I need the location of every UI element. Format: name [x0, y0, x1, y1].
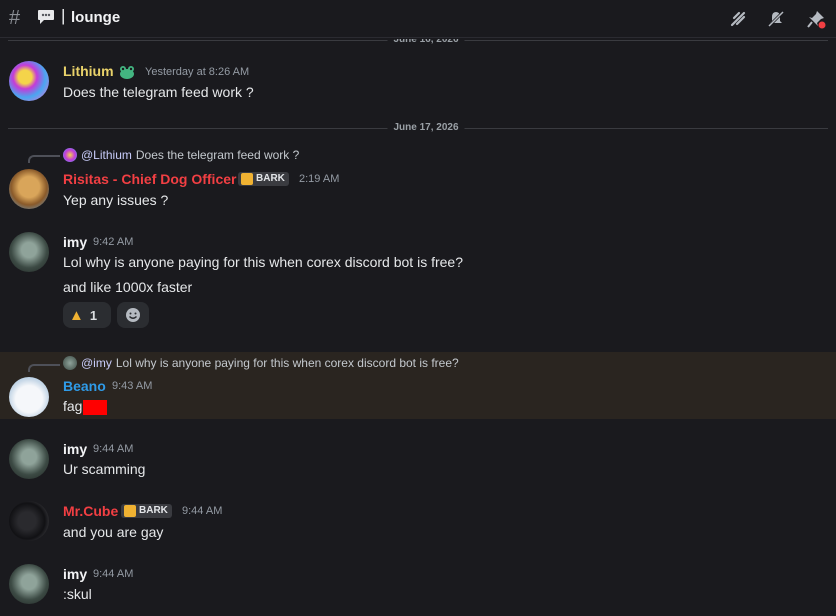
message-text: Does the telegram feed work ?	[63, 84, 254, 100]
avatar[interactable]	[9, 377, 49, 417]
bark-icon	[241, 173, 253, 185]
author-name[interactable]: Risitas - Chief Dog Officer	[63, 171, 236, 187]
avatar[interactable]	[9, 439, 49, 479]
hash-icon: #	[9, 7, 21, 29]
reply-mention[interactable]: @Lithium	[81, 148, 132, 162]
reply-connector	[28, 364, 60, 372]
mute-icon[interactable]	[766, 9, 786, 29]
reply-text: Lol why is anyone paying for this when c…	[115, 356, 459, 370]
reply-preview[interactable]: @imy Lol why is anyone paying for this w…	[63, 356, 459, 370]
avatar[interactable]	[9, 232, 49, 272]
message-text: fag	[63, 398, 108, 415]
reply-preview[interactable]: @Lithium Does the telegram feed work ?	[63, 148, 299, 162]
threads-icon[interactable]	[728, 9, 748, 29]
author-name[interactable]: imy	[63, 234, 87, 250]
message-timestamp: 2:19 AM	[299, 173, 340, 185]
thumbs-up-icon: ▲	[69, 306, 84, 324]
message-text-continued: and like 1000x faster	[63, 279, 193, 295]
author-name[interactable]: Mr.Cube	[63, 503, 118, 519]
reply-text: Does the telegram feed work ?	[135, 148, 300, 162]
reply-avatar	[63, 356, 77, 370]
date-divider-label: June 17, 2026	[387, 122, 465, 133]
message-timestamp: 9:44 AM	[93, 443, 134, 455]
message-text: Lol why is anyone paying for this when c…	[63, 254, 463, 270]
message-text: :skul	[63, 586, 92, 602]
avatar[interactable]	[9, 501, 49, 541]
message-timestamp: 9:44 AM	[93, 568, 134, 580]
message-timestamp: 9:42 AM	[93, 236, 134, 248]
reaction-thumbs-up[interactable]: ▲ 1	[63, 302, 111, 328]
message-text: Ur scamming	[63, 461, 146, 477]
message-timestamp: 9:43 AM	[112, 380, 153, 392]
message-text: and you are gay	[63, 524, 164, 540]
smiley-icon	[126, 308, 140, 322]
add-reaction-button[interactable]	[117, 302, 149, 328]
message-text: Yep any issues ?	[63, 192, 169, 208]
reply-connector	[28, 155, 60, 163]
pin-icon[interactable]	[806, 9, 826, 29]
frog-icon	[120, 66, 134, 79]
avatar[interactable]	[9, 169, 49, 209]
avatar[interactable]	[9, 564, 49, 604]
channel-separator: |	[61, 6, 66, 25]
bark-icon	[124, 505, 136, 517]
reply-mention[interactable]: @imy	[81, 356, 112, 370]
author-name[interactable]: imy	[63, 441, 87, 457]
reply-avatar	[63, 148, 77, 162]
speech-bubble-icon	[38, 10, 54, 24]
author-name[interactable]: Lithium	[63, 63, 114, 79]
channel-name: lounge	[71, 9, 121, 26]
avatar[interactable]	[9, 61, 49, 101]
message-timestamp: Yesterday at 8:26 AM	[145, 66, 250, 78]
redaction-box	[83, 399, 108, 415]
author-name[interactable]: Beano	[63, 378, 106, 394]
message-timestamp: 9:44 AM	[182, 505, 223, 517]
author-name[interactable]: imy	[63, 566, 87, 582]
reaction-count: 1	[89, 307, 98, 323]
channel-header: # | lounge	[0, 0, 836, 38]
role-badge: BARK	[121, 504, 172, 518]
role-badge: BARK	[238, 172, 289, 186]
